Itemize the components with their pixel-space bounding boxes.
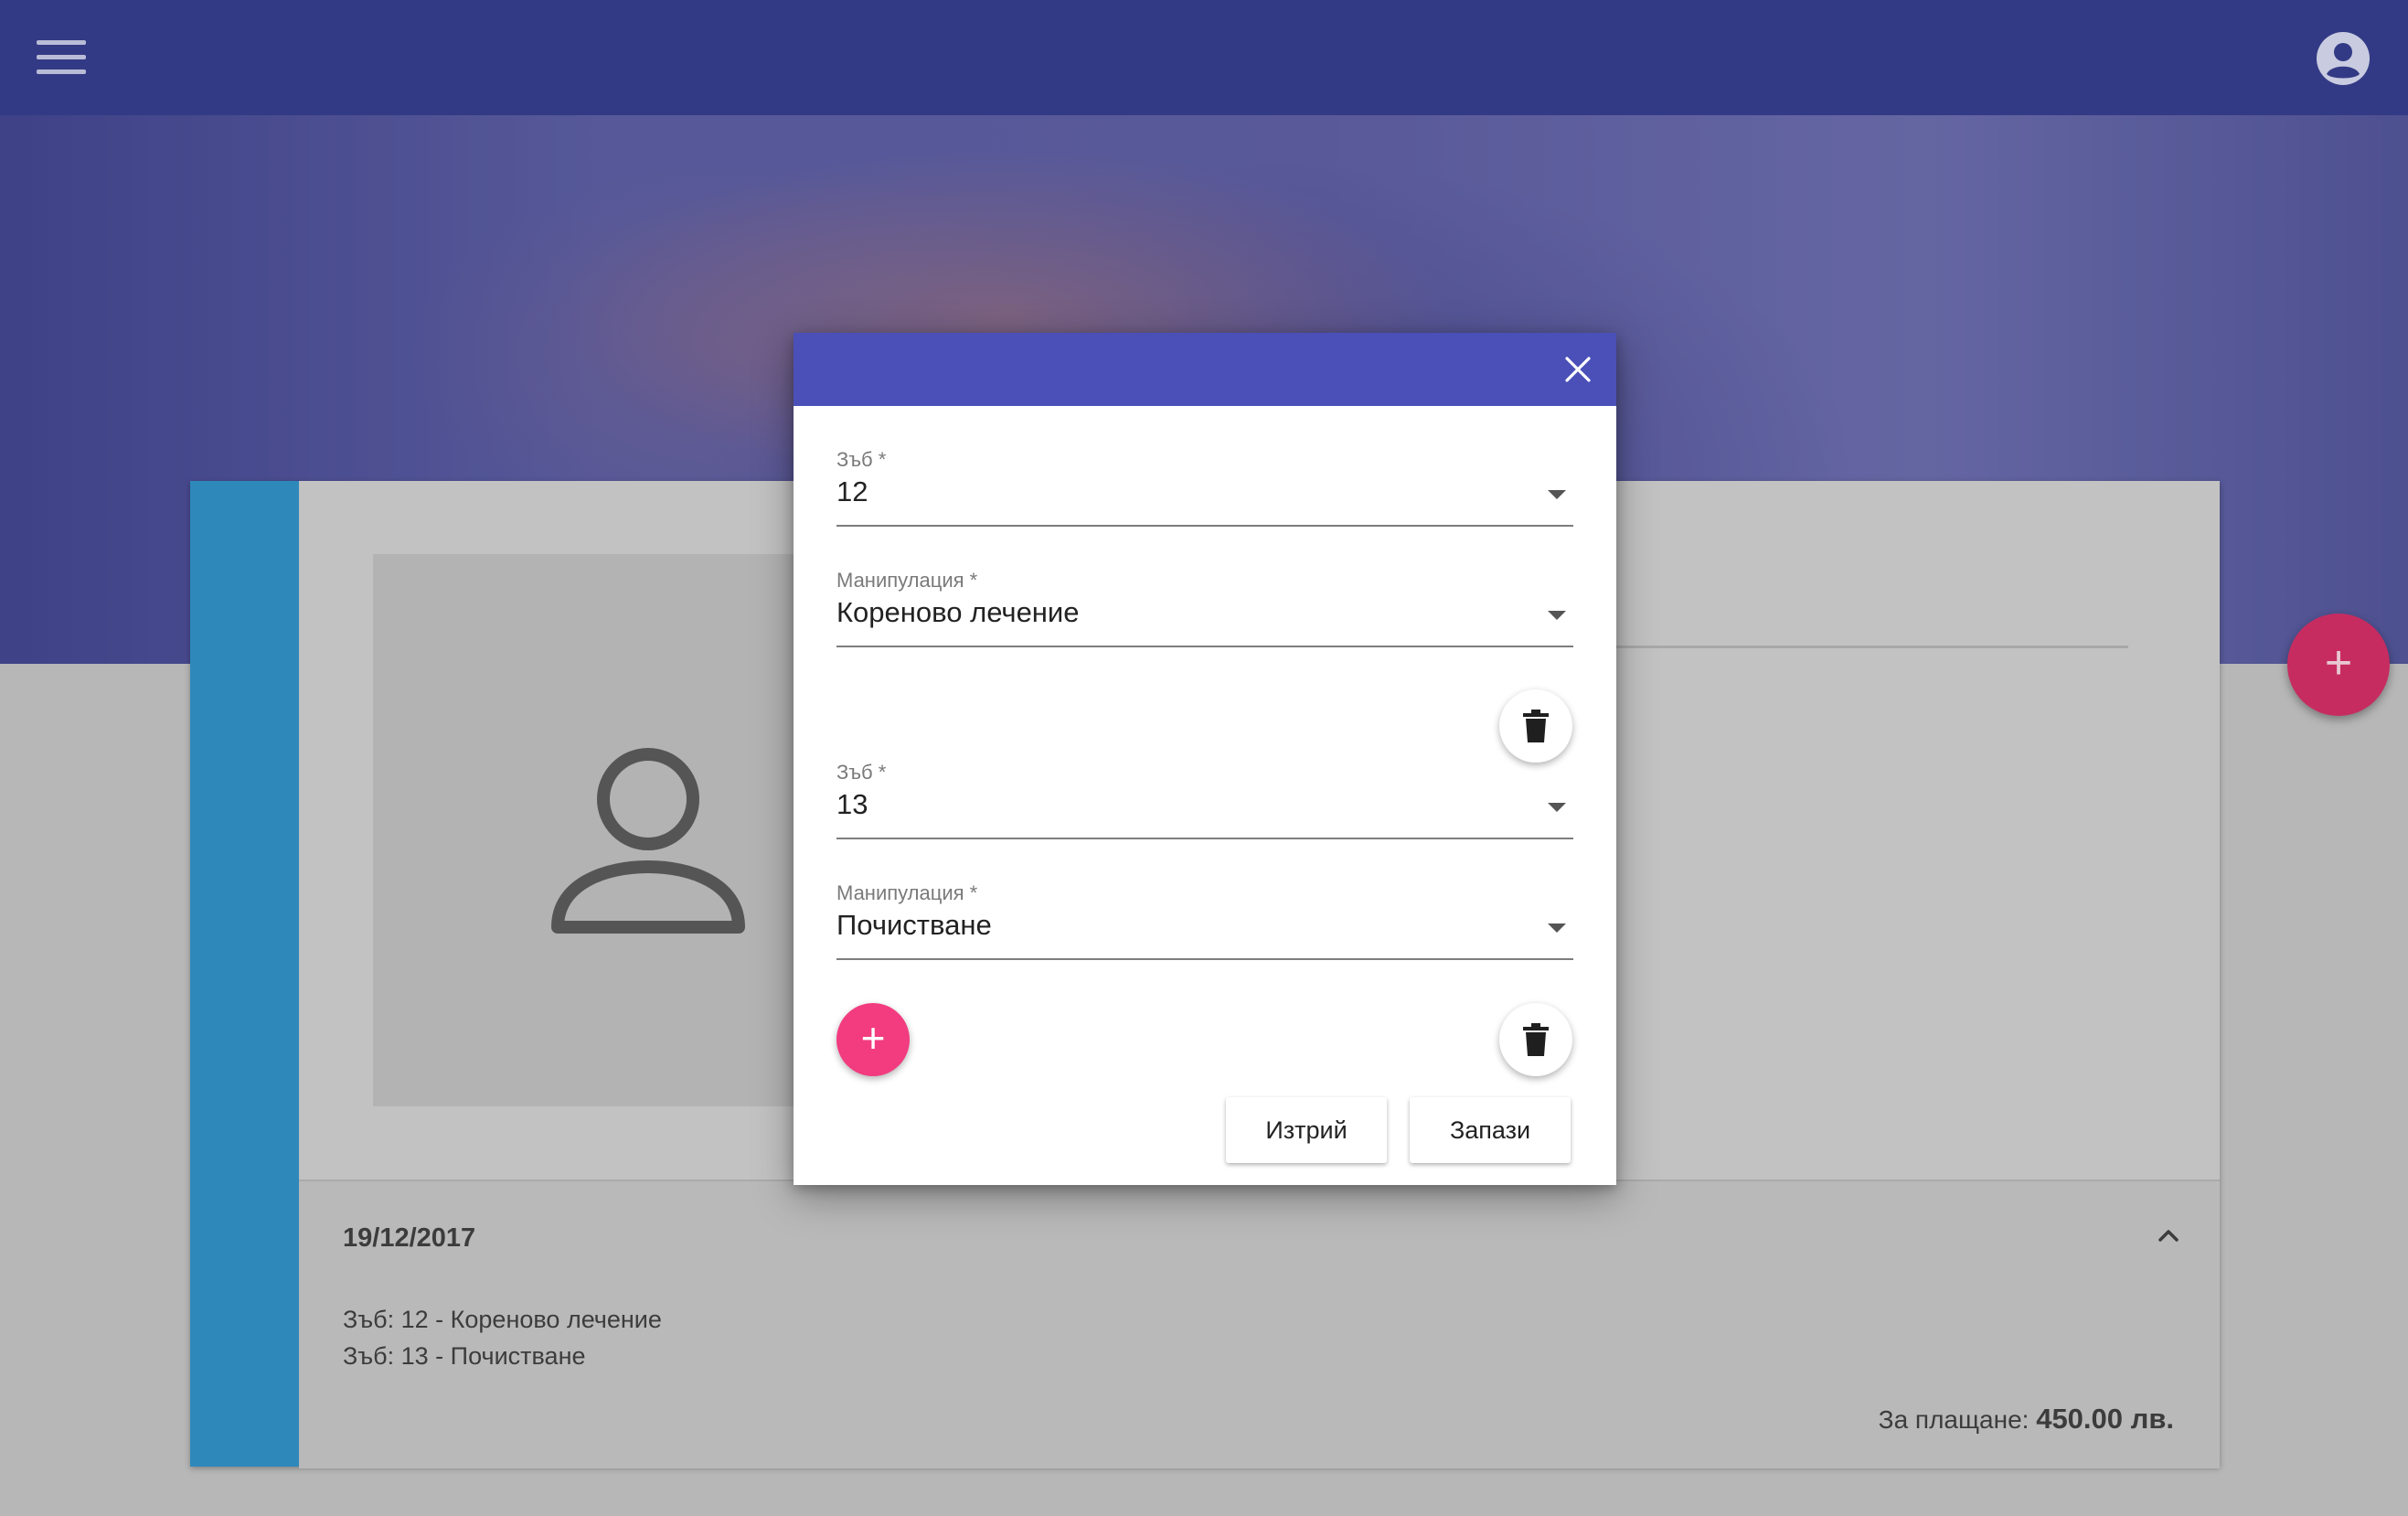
add-row-button[interactable]: + bbox=[836, 1003, 910, 1076]
entry-line: Зъб: 12 - Кореново лечение bbox=[343, 1306, 662, 1333]
dialog-header bbox=[794, 333, 1616, 406]
close-icon[interactable] bbox=[1561, 353, 1594, 386]
account-circle-icon[interactable] bbox=[2317, 32, 2370, 85]
menu-icon[interactable] bbox=[37, 40, 86, 75]
treatment-entry[interactable]: 19/12/2017 Зъб: 12 - Кореново лечение Зъ… bbox=[299, 1180, 2220, 1468]
manipulation-value: Кореново лечение bbox=[836, 596, 1080, 628]
tooth-value: 12 bbox=[836, 475, 868, 507]
delete-row-button[interactable] bbox=[1499, 1003, 1572, 1076]
entry-total: За плащане: 450.00 лв. bbox=[1879, 1403, 2174, 1436]
total-label: За плащане: bbox=[1878, 1405, 2030, 1434]
trash-icon bbox=[1523, 710, 1549, 742]
manipulation-select[interactable]: Манипулация * Кореново лечение bbox=[836, 569, 1573, 660]
add-fab-button[interactable]: + bbox=[2287, 614, 2390, 716]
manipulation-value: Почистване bbox=[836, 909, 992, 941]
dropdown-arrow-icon[interactable] bbox=[1548, 803, 1566, 812]
chevron-up-icon[interactable] bbox=[2155, 1223, 2182, 1245]
delete-button[interactable]: Изтрий bbox=[1226, 1097, 1387, 1163]
manipulation-select[interactable]: Манипулация * Почистване bbox=[836, 881, 1573, 973]
total-value: 450.00 лв. bbox=[2036, 1403, 2174, 1435]
card-accent-bar bbox=[190, 481, 299, 1467]
avatar bbox=[373, 554, 848, 1106]
plus-icon: + bbox=[860, 1014, 886, 1062]
top-app-bar bbox=[0, 0, 2408, 115]
person-outline-icon bbox=[551, 748, 745, 934]
tooth-select[interactable]: Зъб * 12 bbox=[836, 448, 1573, 539]
dropdown-arrow-icon[interactable] bbox=[1548, 923, 1566, 933]
trash-icon bbox=[1523, 1023, 1549, 1056]
delete-row-button[interactable] bbox=[1499, 689, 1572, 763]
manipulation-label: Манипулация * bbox=[836, 569, 978, 592]
entry-line: Зъб: 13 - Почистване bbox=[343, 1342, 586, 1370]
treatment-dialog: Зъб * 12 Манипулация * Кореново лечение … bbox=[794, 333, 1616, 1185]
dropdown-arrow-icon[interactable] bbox=[1548, 611, 1566, 620]
dropdown-arrow-icon[interactable] bbox=[1548, 490, 1566, 499]
tooth-label: Зъб * bbox=[836, 448, 887, 471]
card-field-underline bbox=[1616, 646, 2128, 648]
tooth-value: 13 bbox=[836, 788, 868, 820]
tooth-label: Зъб * bbox=[836, 761, 887, 784]
plus-icon: + bbox=[2324, 636, 2353, 689]
entry-date: 19/12/2017 bbox=[343, 1223, 476, 1253]
tooth-select[interactable]: Зъб * 13 bbox=[836, 761, 1573, 852]
manipulation-label: Манипулация * bbox=[836, 881, 978, 904]
save-button[interactable]: Запази bbox=[1410, 1097, 1571, 1163]
